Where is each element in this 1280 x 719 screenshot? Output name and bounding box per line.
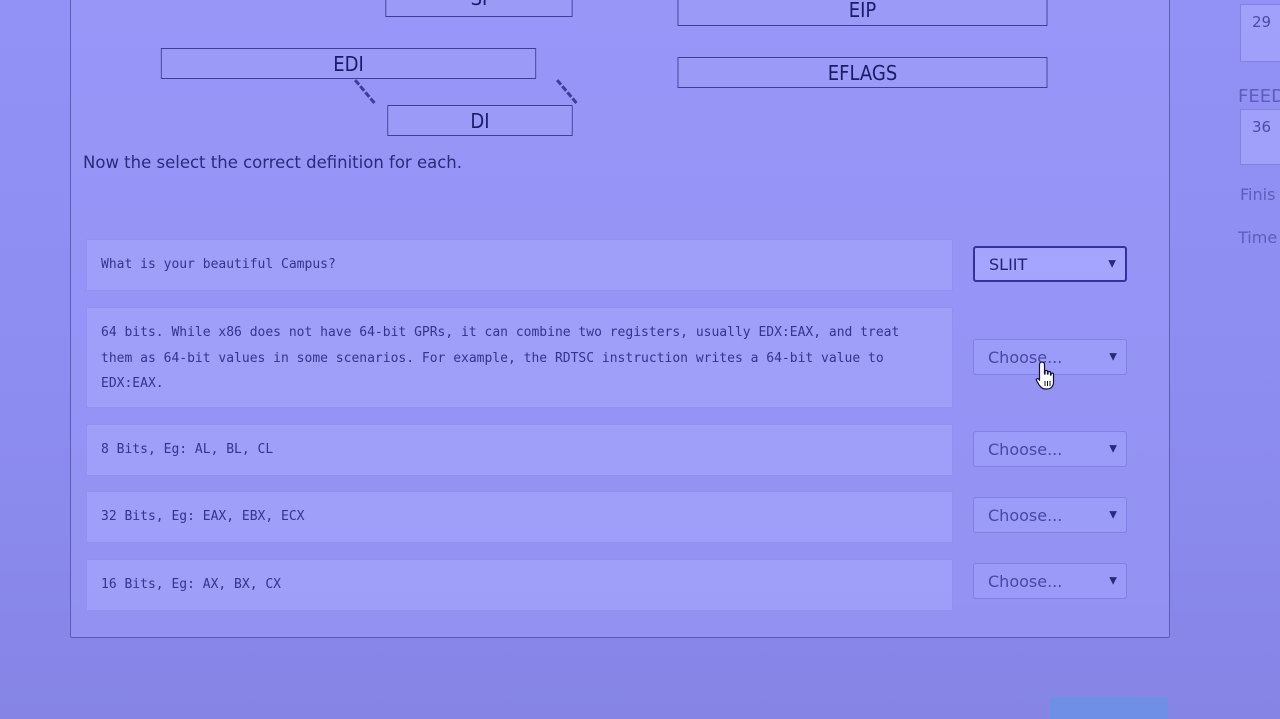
finish-attempt-link[interactable]: Finis — [1240, 185, 1275, 204]
caret-down-icon: ▼ — [1109, 575, 1117, 587]
question-row-4: 32 Bits, Eg: EAX, EBX, ECX — [86, 491, 953, 543]
quiz-nav-number-36: 36 — [1252, 118, 1272, 136]
register-eip-label: EIP — [848, 0, 877, 22]
question-1-text: What is your beautiful Campus? — [101, 257, 336, 273]
feedback-label: FEED — [1238, 86, 1280, 107]
register-edi: EDI — [160, 48, 537, 79]
caret-down-icon: ▼ — [1108, 258, 1116, 270]
answer-select-1[interactable]: SLIIT ▼ — [973, 246, 1127, 282]
answer-select-4[interactable]: Choose... ▼ — [973, 497, 1127, 533]
caret-down-icon: ▼ — [1109, 351, 1117, 363]
register-edi-label: EDI — [333, 51, 364, 76]
answer-select-3-value: Choose... — [988, 439, 1063, 459]
answer-select-1-value: SLIIT — [989, 254, 1028, 274]
register-si: SI — [385, 0, 573, 17]
question-2-text: 64 bits. While x86 does not have 64-bit … — [101, 325, 900, 391]
question-row-1: What is your beautiful Campus? — [86, 239, 953, 291]
answer-select-5-value: Choose... — [988, 571, 1063, 591]
question-5-text: 16 Bits, Eg: AX, BX, CX — [101, 577, 282, 593]
question-4-text: 32 Bits, Eg: EAX, EBX, ECX — [101, 509, 305, 525]
caret-down-icon: ▼ — [1109, 509, 1117, 521]
answer-select-4-value: Choose... — [988, 505, 1063, 525]
register-eflags-label: EFLAGS — [827, 60, 898, 85]
time-left-label: Time — [1238, 228, 1278, 247]
caret-down-icon: ▼ — [1109, 443, 1117, 455]
register-di: DI — [387, 105, 573, 136]
question-row-2: 64 bits. While x86 does not have 64-bit … — [86, 307, 953, 408]
question-row-3: 8 Bits, Eg: AL, BL, CL — [86, 424, 953, 476]
register-di-label: DI — [470, 108, 490, 133]
quiz-nav-item-29[interactable]: 29 — [1240, 4, 1280, 62]
hand-pointer-icon — [1035, 361, 1055, 390]
register-eip: EIP — [677, 0, 1048, 26]
question-3-text: 8 Bits, Eg: AL, BL, CL — [101, 442, 274, 458]
register-si-label: SI — [471, 0, 488, 10]
page: SI EIP EDI EFLAGS DI Now the select the … — [0, 0, 1280, 719]
register-eflags: EFLAGS — [677, 57, 1048, 88]
answer-select-5[interactable]: Choose... ▼ — [973, 563, 1127, 599]
quiz-nav-item-36[interactable]: 36 — [1240, 109, 1280, 165]
instruction-text: Now the select the correct definition fo… — [83, 153, 462, 172]
next-page-button[interactable] — [1050, 697, 1168, 719]
answer-select-3[interactable]: Choose... ▼ — [973, 431, 1127, 467]
quiz-nav-number-29: 29 — [1252, 13, 1272, 31]
question-row-5: 16 Bits, Eg: AX, BX, CX — [86, 559, 953, 611]
